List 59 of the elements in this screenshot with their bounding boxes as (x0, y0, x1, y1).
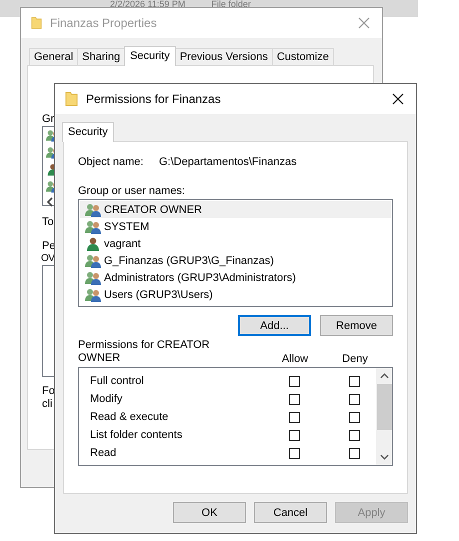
deny-header: Deny (341, 353, 369, 365)
allow-checkbox[interactable] (289, 376, 300, 386)
object-name-label: Object name: (78, 156, 144, 168)
user-item[interactable]: SYSTEM (80, 218, 391, 235)
dialog-button[interactable]: Cancel (254, 502, 327, 523)
list-button[interactable]: Remove (320, 315, 393, 336)
scroll-up-icon[interactable] (380, 373, 388, 379)
window-title: Permissions for Finanzas (86, 92, 222, 106)
allow-checkbox[interactable] (289, 412, 300, 422)
users-icon (85, 220, 101, 234)
deny-checkbox[interactable] (349, 394, 360, 404)
deny-checkbox[interactable] (349, 376, 360, 386)
allow-checkbox[interactable] (289, 394, 300, 404)
type-text: File folder (211, 0, 251, 9)
permission-name: Read (90, 447, 118, 459)
permission-name: Modify (90, 393, 124, 405)
deny-checkbox[interactable] (349, 448, 360, 458)
deny-checkbox[interactable] (349, 430, 360, 440)
tab[interactable]: Security (124, 46, 176, 66)
scroll-left-icon[interactable] (46, 197, 54, 207)
allow-header: Allow (280, 353, 310, 365)
users-icon (85, 254, 101, 268)
user-item[interactable]: Users (GRUP3\Users) (80, 286, 391, 303)
tab[interactable]: Sharing (77, 48, 126, 65)
user-item[interactable]: vagrant (80, 235, 391, 252)
user-icon (85, 236, 101, 250)
permissions-label: Permissions for CREATOR OWNER (78, 339, 211, 365)
group-label: Group or user names: (78, 185, 186, 197)
group-label: Gr (42, 113, 54, 125)
allow-checkbox[interactable] (289, 448, 300, 458)
scroll-down-icon[interactable] (380, 454, 388, 460)
user-item[interactable]: Administrators (GRUP3\Administrators) (80, 269, 391, 286)
users-icon (85, 202, 101, 216)
footer-text: cli (42, 398, 52, 410)
tab[interactable]: Security (62, 122, 114, 142)
date-text: 2/2/2026 11:59 PM (110, 0, 186, 9)
user-item[interactable]: G_Finanzas (GRUP3\G_Finanzas) (80, 252, 391, 269)
allow-checkbox[interactable] (289, 430, 300, 440)
deny-checkbox[interactable] (349, 412, 360, 422)
tab[interactable]: Customize (272, 48, 334, 65)
object-path: G:\Departamentos\Finanzas (159, 156, 297, 168)
scroll-thumb[interactable] (376, 384, 392, 430)
permission-name: Full control (90, 375, 145, 387)
list-button[interactable]: Add... (238, 315, 311, 336)
dialog-button[interactable]: OK (173, 502, 246, 523)
window-title: Finanzas Properties (50, 16, 158, 30)
owner-label: OV (41, 253, 54, 264)
close-icon[interactable] (392, 93, 404, 105)
scrollbar[interactable] (376, 368, 392, 465)
total-label: To (42, 216, 54, 228)
users-icon (85, 288, 101, 302)
user-item[interactable]: CREATOR OWNER (80, 201, 391, 218)
permission-name: List folder contents (90, 429, 184, 441)
footer-text: Fo (42, 385, 55, 397)
tab[interactable]: General (29, 48, 78, 65)
users-icon (85, 270, 101, 284)
folder-icon (65, 91, 78, 107)
folder-icon (31, 16, 42, 30)
permission-name: Read & execute (90, 411, 170, 423)
